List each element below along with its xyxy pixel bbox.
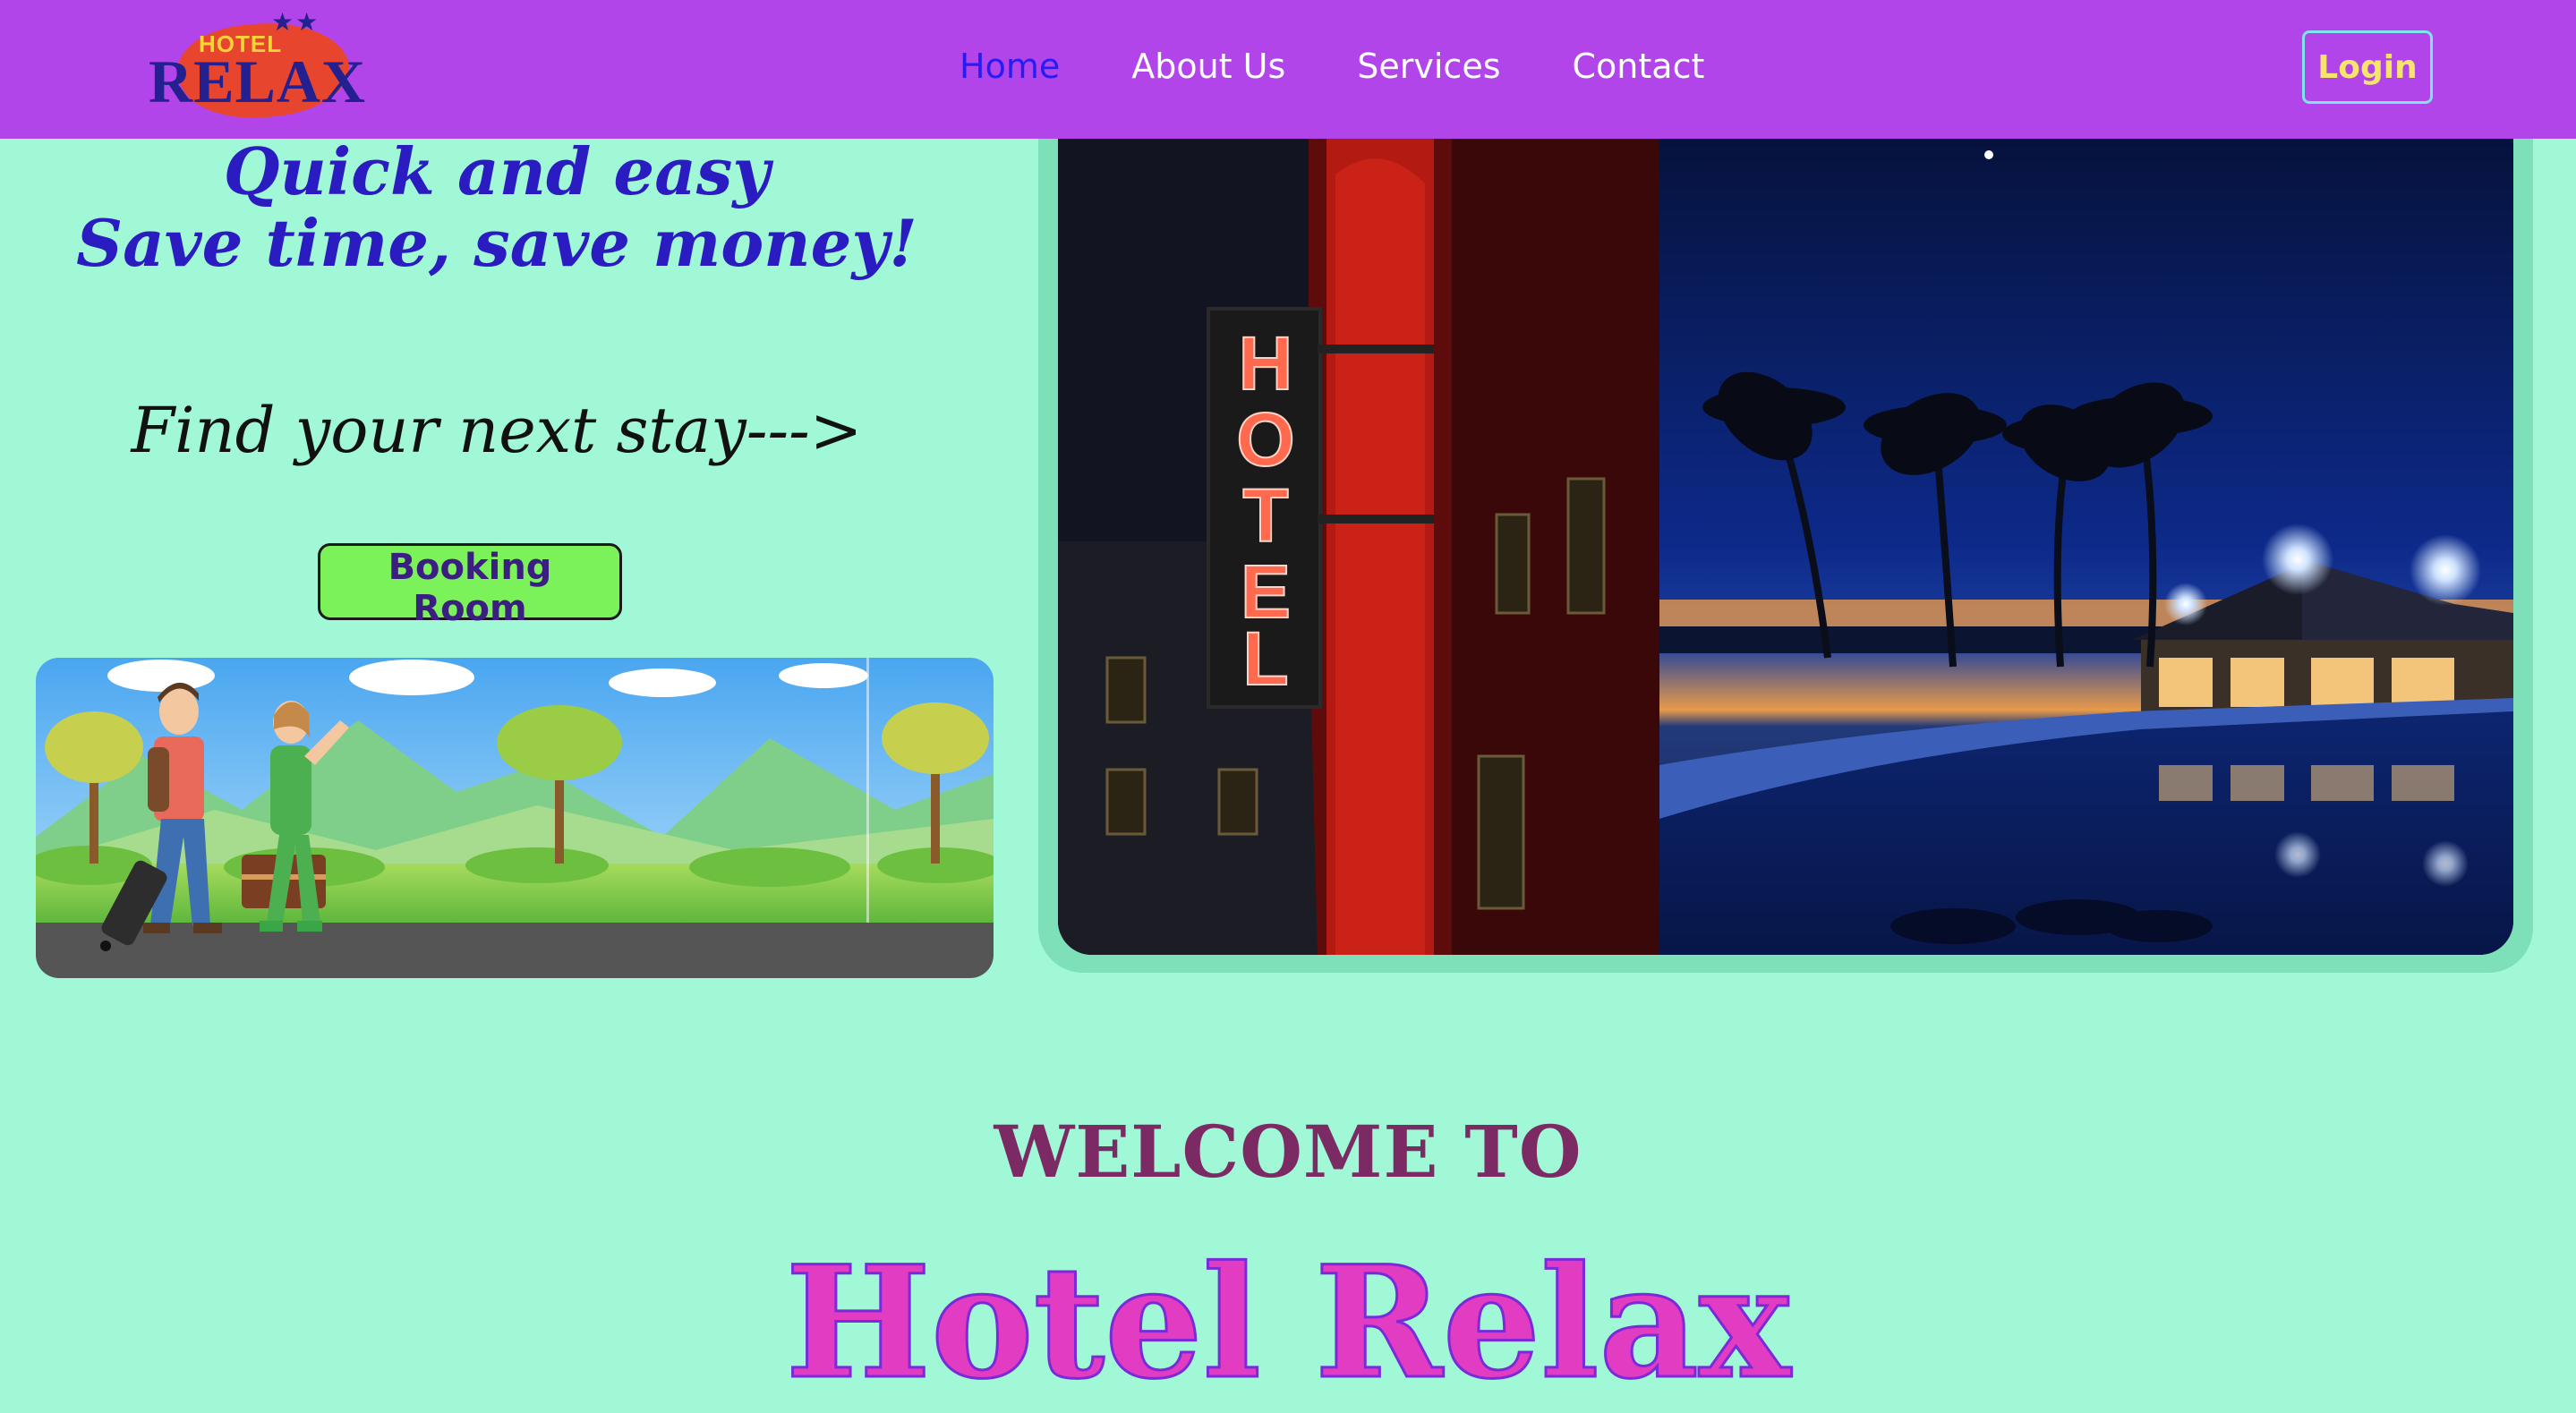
hero-photo-frame: H O T E L xyxy=(1038,139,2533,973)
welcome-heading: WELCOME TO xyxy=(994,1110,1582,1194)
hotel-sign-letter-t: T xyxy=(1242,473,1288,558)
nav-services[interactable]: Services xyxy=(1357,47,1500,86)
nav-home[interactable]: Home xyxy=(960,47,1060,86)
nav-about-us[interactable]: About Us xyxy=(1131,47,1285,86)
tagline-line-1: Quick and easy xyxy=(223,133,771,209)
booking-room-button[interactable]: Booking Room xyxy=(318,543,622,629)
nav-contact[interactable]: Contact xyxy=(1573,47,1705,86)
hero-photo-collage: H O T E L xyxy=(1058,139,2513,955)
hero-tagline: Quick and easy Save time, save money! xyxy=(36,136,958,279)
travel-illustration xyxy=(36,658,994,978)
hotel-sign-letter-h: H xyxy=(1239,321,1293,405)
find-stay-text: Find your next stay---> xyxy=(131,394,863,467)
hotel-sign-letter-l: L xyxy=(1242,617,1288,701)
hotel-sign-letter-o: O xyxy=(1236,397,1294,481)
hotel-relax-logo[interactable]: ★★ HOTEL RELAX xyxy=(143,5,376,126)
login-button[interactable]: Login xyxy=(2302,30,2433,104)
logo-relax-text: RELAX xyxy=(149,47,367,115)
navbar: ★★ HOTEL RELAX Home About Us Services Co… xyxy=(0,0,2576,139)
main-menu: Home About Us Services Contact xyxy=(960,47,1776,86)
hotel-name-title: Hotel Relax xyxy=(784,1231,1792,1413)
tagline-line-2: Save time, save money! xyxy=(76,205,917,281)
